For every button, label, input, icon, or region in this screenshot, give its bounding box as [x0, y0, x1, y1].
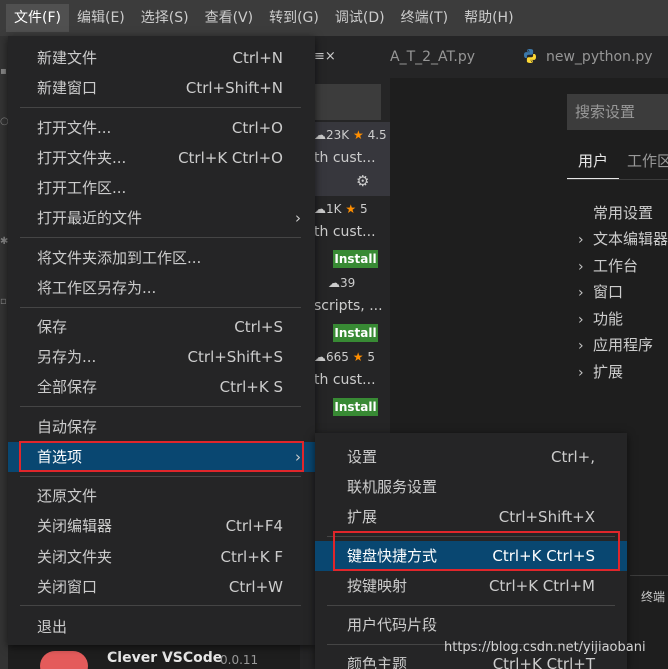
extensions-search-input[interactable]	[315, 84, 381, 120]
menu-separator	[20, 476, 301, 477]
chevron-right-icon: ›	[295, 209, 301, 227]
menu-item-open-file[interactable]: 打开文件... Ctrl+O	[8, 113, 315, 143]
extension-name: Clever VSCode	[107, 650, 223, 666]
menu-item-close-folder[interactable]: 关闭文件夹 Ctrl+K F	[8, 542, 315, 572]
menu-separator	[20, 307, 301, 308]
menu-item-close-window[interactable]: 关闭窗口 Ctrl+W	[8, 572, 315, 602]
explorer-icon[interactable]: ▪	[0, 66, 8, 80]
menu-item-keymaps[interactable]: 按键映射 Ctrl+K Ctrl+M	[315, 571, 627, 601]
extension-description: th cust...	[314, 150, 376, 166]
menubar-debug[interactable]: 调试(D)	[327, 4, 393, 32]
install-button[interactable]: Install	[333, 250, 378, 268]
chevron-right-icon: ›	[578, 232, 584, 248]
menu-item-extensions[interactable]: 扩展 Ctrl+Shift+X	[315, 502, 627, 532]
menubar-help[interactable]: 帮助(H)	[456, 4, 521, 32]
settings-tabs-divider	[567, 179, 668, 180]
menubar-selection[interactable]: 选择(S)	[133, 4, 197, 32]
extension-stats: ☁39	[328, 276, 356, 290]
extension-logo	[40, 651, 88, 669]
chevron-right-icon: ›	[578, 312, 584, 328]
menu-item-save-as[interactable]: 另存为... Ctrl+Shift+S	[8, 342, 315, 372]
settings-tree-extensions[interactable]: › 扩展	[578, 361, 623, 382]
menu-separator	[20, 605, 301, 606]
chevron-right-icon: ›	[578, 365, 584, 381]
menu-item-open-folder[interactable]: 打开文件夹... Ctrl+K Ctrl+O	[8, 143, 315, 173]
menubar: 文件(F) 编辑(E) 选择(S) 查看(V) 转到(G) 调试(D) 终端(T…	[0, 0, 668, 36]
menu-item-open-workspace[interactable]: 打开工作区...	[8, 173, 315, 203]
panel-border	[630, 575, 668, 576]
settings-tree-workbench[interactable]: › 工作台	[578, 255, 638, 276]
settings-search-input[interactable]: 搜索设置	[567, 94, 668, 130]
menubar-edit[interactable]: 编辑(E)	[69, 4, 133, 32]
menu-item-open-recent[interactable]: 打开最近的文件 ›	[8, 203, 315, 233]
watermark: https://blog.csdn.net/yijiaobani	[444, 640, 646, 655]
menu-item-settings[interactable]: 设置 Ctrl+,	[315, 442, 627, 472]
menubar-go[interactable]: 转到(G)	[261, 4, 327, 32]
menu-item-keyboard-shortcuts[interactable]: 键盘快捷方式 Ctrl+K Ctrl+S	[315, 541, 627, 571]
extension-description: th cust...	[314, 224, 376, 240]
menu-separator	[20, 237, 301, 238]
gear-icon[interactable]: ⚙	[356, 172, 369, 190]
menu-item-user-snippets[interactable]: 用户代码片段	[315, 610, 627, 640]
settings-tree-window[interactable]: › 窗口	[578, 281, 623, 302]
menu-item-save-all[interactable]: 全部保存 Ctrl+K S	[8, 372, 315, 402]
activity-bar: ▪ ○ ✱ ▫	[0, 36, 8, 669]
menu-item-preferences[interactable]: 首选项 ›	[8, 442, 315, 472]
extension-version: 0.0.11	[220, 653, 259, 667]
extension-stats: ☁665 ★ 5	[314, 350, 375, 364]
extension-item[interactable]: Clever VSCode 0.0.11	[40, 645, 300, 669]
menu-item-revert-file[interactable]: 还原文件	[8, 481, 315, 511]
extension-description: th cust...	[314, 372, 376, 388]
chevron-right-icon: ›	[578, 338, 584, 354]
settings-tree-common[interactable]: 常用设置	[593, 202, 653, 223]
install-button[interactable]: Install	[333, 324, 378, 342]
menu-item-save-workspace-as[interactable]: 将工作区另存为...	[8, 273, 315, 303]
search-icon[interactable]: ○	[0, 116, 8, 130]
menubar-file[interactable]: 文件(F)	[6, 4, 69, 32]
more-actions-icon[interactable]: ≡×	[314, 36, 336, 78]
panel-tab-terminal[interactable]: 终端	[641, 588, 665, 605]
extensions-icon[interactable]: ▫	[0, 296, 8, 310]
menu-separator	[20, 107, 301, 108]
tab-workspace-settings[interactable]: 工作区	[627, 150, 668, 171]
menu-item-online-services-settings[interactable]: 联机服务设置	[315, 472, 627, 502]
menu-item-add-folder-to-workspace[interactable]: 将文件夹添加到工作区...	[8, 243, 315, 273]
menu-item-close-editor[interactable]: 关闭编辑器 Ctrl+F4	[8, 511, 315, 541]
debug-icon[interactable]: ✱	[0, 236, 8, 250]
extension-stats: ☁23K ★ 4.5	[314, 128, 387, 142]
settings-tree-text-editor[interactable]: › 文本编辑器	[578, 228, 668, 249]
menu-separator	[327, 536, 615, 537]
menubar-terminal[interactable]: 终端(T)	[393, 4, 456, 32]
menu-item-new-file[interactable]: 新建文件 Ctrl+N	[8, 43, 315, 73]
install-button[interactable]: Install	[333, 398, 378, 416]
file-menu: 新建文件 Ctrl+N 新建窗口 Ctrl+Shift+N 打开文件... Ctrl+…	[8, 36, 315, 645]
menu-separator	[327, 605, 615, 606]
menubar-view[interactable]: 查看(V)	[197, 4, 262, 32]
editor-tabs: ≡× A_T_2_AT.py new_python.py	[300, 36, 668, 78]
tab-a-t-2-at[interactable]: A_T_2_AT.py	[390, 36, 475, 78]
active-tab-underline	[567, 178, 619, 179]
menu-item-save[interactable]: 保存 Ctrl+S	[8, 312, 315, 342]
preferences-submenu: 设置 Ctrl+, 联机服务设置 扩展 Ctrl+Shift+X 键盘快捷方式 Ctr…	[315, 433, 627, 669]
chevron-right-icon: ›	[578, 285, 584, 301]
chevron-right-icon: ›	[578, 259, 584, 275]
python-icon	[524, 49, 536, 63]
menu-item-exit[interactable]: 退出	[8, 612, 315, 642]
menu-item-new-window[interactable]: 新建窗口 Ctrl+Shift+N	[8, 73, 315, 103]
tab-user-settings[interactable]: 用户	[578, 150, 608, 171]
settings-tree-features[interactable]: › 功能	[578, 308, 623, 329]
menu-item-auto-save[interactable]: 自动保存	[8, 412, 315, 442]
tab-new-python[interactable]: new_python.py	[522, 36, 653, 78]
extension-description: scripts, ...	[314, 298, 383, 314]
menu-separator	[20, 406, 301, 407]
settings-tree-application[interactable]: › 应用程序	[578, 334, 653, 355]
chevron-right-icon: ›	[295, 448, 301, 466]
extension-stats: ☁1K ★ 5	[314, 202, 368, 216]
tab-label: new_python.py	[546, 49, 653, 65]
